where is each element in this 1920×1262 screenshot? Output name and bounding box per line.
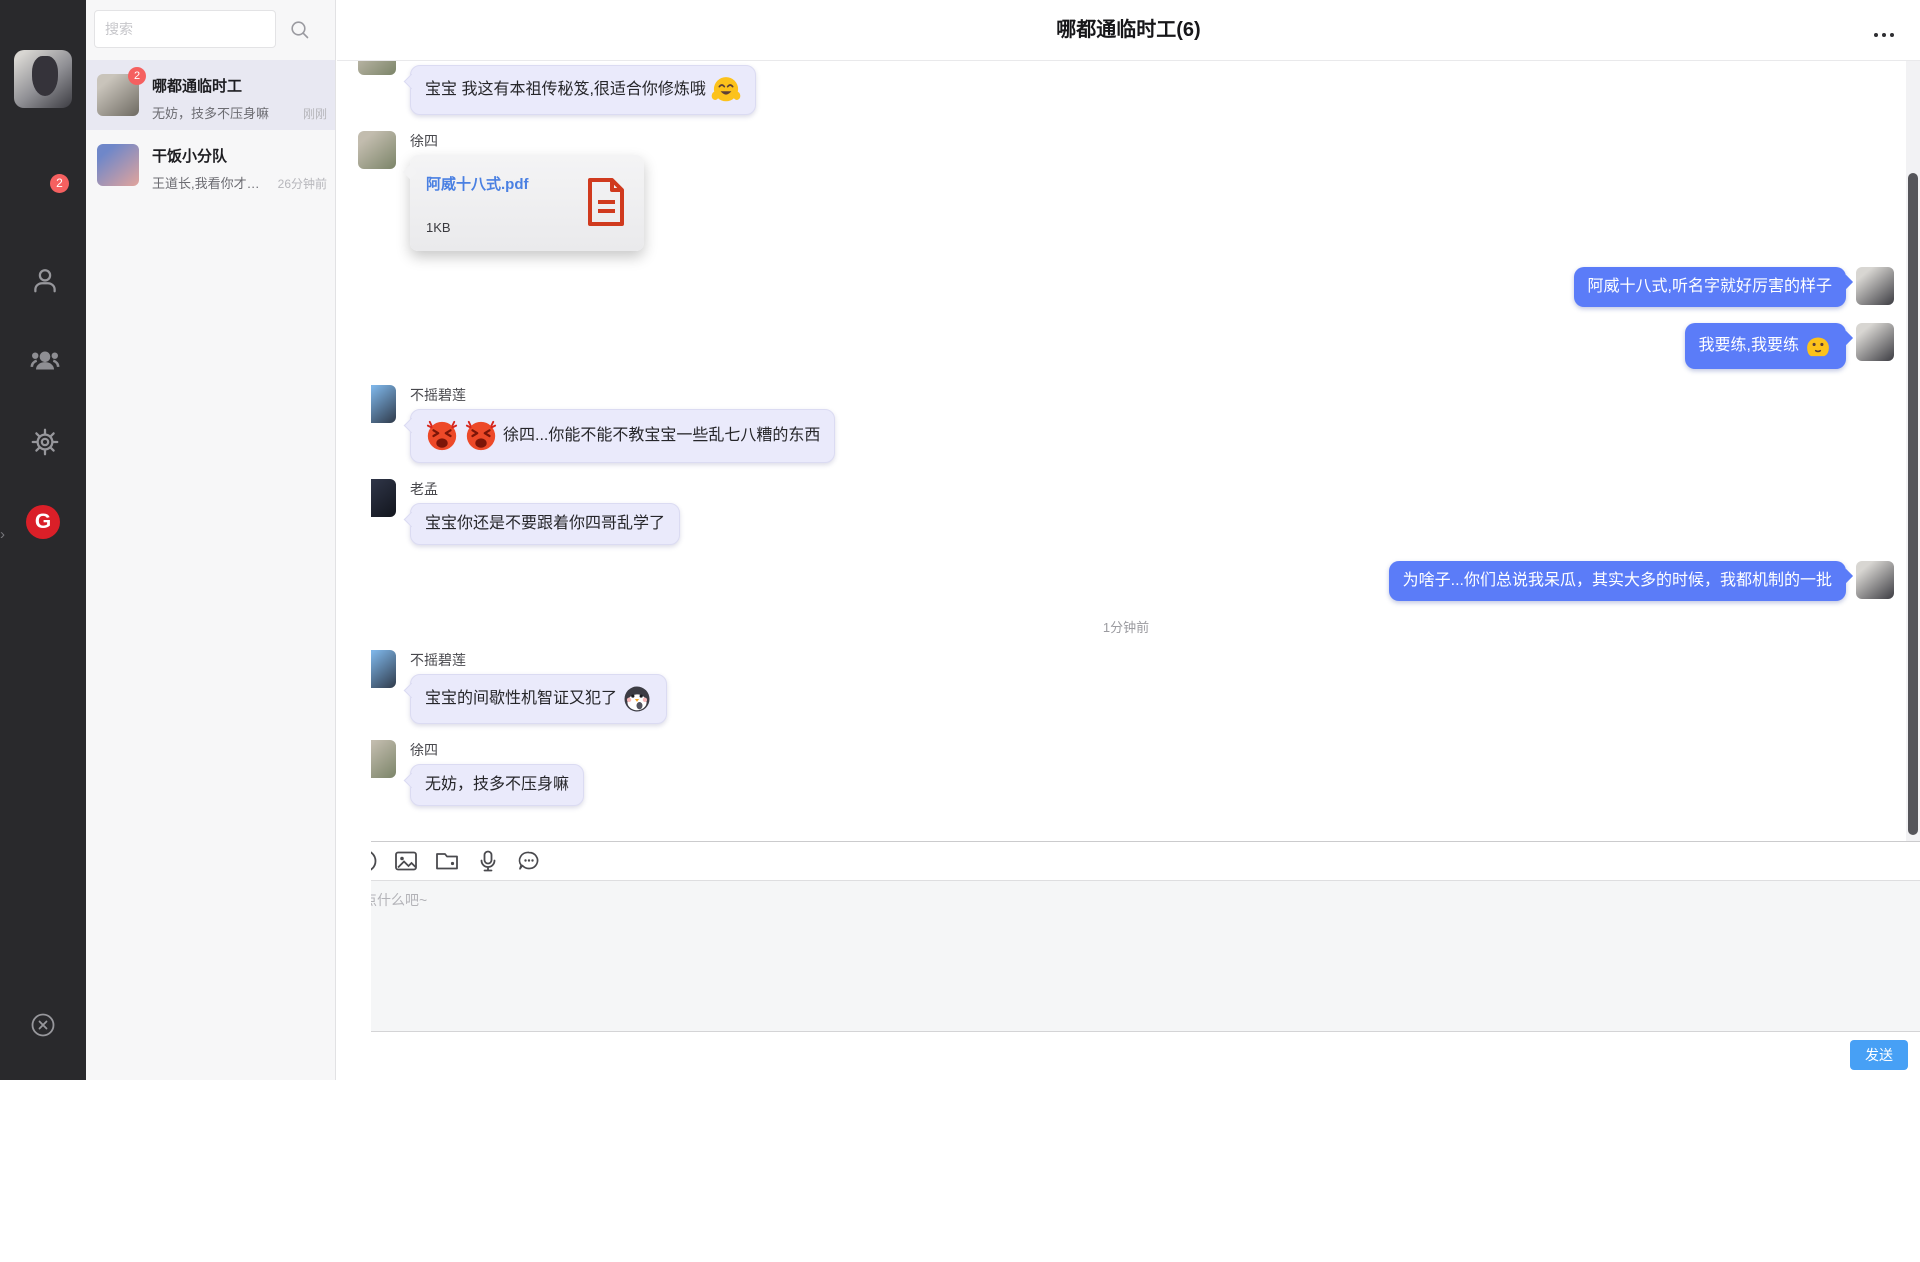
folder-icon[interactable] — [434, 848, 460, 874]
search-input[interactable] — [95, 11, 275, 47]
avatar[interactable] — [1856, 267, 1894, 305]
chat-title: 哪都通临时工(6) — [337, 0, 1920, 61]
chat-item-name: 哪都通临时工 — [152, 75, 327, 96]
message-col: 不摇碧莲 徐四...你能不能不教宝宝一些乱七八糟的东西 — [410, 385, 835, 463]
contacts-nav-icon[interactable] — [28, 264, 62, 298]
more-menu-icon[interactable] — [1874, 33, 1894, 37]
file-name: 阿威十八式.pdf — [426, 173, 576, 194]
message-row: 宝宝 我这有本祖传秘笈,很适合你修炼哦 — [358, 65, 1894, 115]
message-bubble[interactable]: 我要练,我要练 — [1685, 323, 1846, 369]
message-row: 徐四 阿威十八式.pdf 1KB — [358, 131, 1894, 251]
author-name: 老孟 — [410, 479, 680, 497]
message-text: 宝宝的间歇性机智证又犯了 — [425, 688, 617, 710]
avatar[interactable] — [1856, 323, 1894, 361]
avatar[interactable] — [1856, 561, 1894, 599]
chat-list-item[interactable]: 干饭小分队 王道长,我看你才… 26分钟前 — [86, 130, 335, 200]
chat-item-time: 26分钟前 — [278, 175, 327, 192]
search-icon[interactable] — [289, 19, 311, 41]
chat-item-avatar[interactable] — [97, 144, 139, 186]
file-info: 阿威十八式.pdf 1KB — [426, 173, 576, 235]
send-row: 发送 — [337, 1032, 1920, 1078]
rage-face-emoji — [464, 419, 498, 453]
author-name: 徐四 — [410, 131, 644, 149]
chats-nav-icon[interactable] — [337, 182, 371, 1262]
message-text: 为啥子...你们总说我呆瓜，其实大多的时候，我都机制的一批 — [1403, 570, 1832, 592]
message-list: 宝宝 我这有本祖传秘笈,很适合你修炼哦 徐四 阿威十八式.pdf 1KB 阿威十… — [337, 61, 1906, 841]
message-col: 不摇碧莲 宝宝的间歇性机智证又犯了 — [410, 650, 667, 724]
composer: 发送 — [337, 841, 1920, 1080]
image-icon[interactable] — [393, 848, 419, 874]
chat-area: 哪都通临时工(6) 宝宝 我这有本祖传秘笈,很适合你修炼哦 徐四 阿威十八式.p… — [337, 0, 1920, 1080]
penguin-emoji — [622, 684, 652, 714]
composer-toolbar — [337, 842, 1920, 880]
avatar[interactable] — [358, 61, 396, 75]
pdf-file-icon — [586, 178, 626, 231]
voice-icon[interactable] — [475, 848, 501, 874]
chat-item-name: 干饭小分队 — [152, 145, 327, 166]
author-name: 不摇碧莲 — [410, 650, 667, 668]
conversation-list-panel: 2 哪都通临时工 无妨，技多不压身嘛 刚刚 干饭小分队 王道长,我看你才… 26… — [86, 0, 336, 1080]
message-text: 宝宝 我这有本祖传秘笈,很适合你修炼哦 — [425, 79, 706, 101]
author-name: 不摇碧莲 — [410, 385, 835, 403]
message-row: 徐四 无妨，技多不压身嘛 — [358, 740, 1894, 806]
settings-gear-icon[interactable] — [28, 425, 62, 459]
message-col: 老孟 宝宝你还是不要跟着你四哥乱学了 — [410, 479, 680, 545]
message-bubble[interactable]: 为啥子...你们总说我呆瓜，其实大多的时候，我都机制的一批 — [1389, 561, 1846, 601]
message-col: 宝宝 我这有本祖传秘笈,很适合你修炼哦 — [410, 65, 756, 115]
message-bubble[interactable]: 阿威十八式,听名字就好厉害的样子 — [1574, 267, 1846, 307]
unread-total-badge: 2 — [50, 174, 69, 193]
message-col: 徐四 无妨，技多不压身嘛 — [410, 740, 584, 806]
message-row: 我要练,我要练 — [358, 323, 1894, 369]
message-row: 阿威十八式,听名字就好厉害的样子 — [358, 267, 1894, 307]
message-row: 不摇碧莲 宝宝的间歇性机智证又犯了 — [358, 650, 1894, 724]
app-rail: 2 G › — [0, 0, 86, 1080]
chat-header: 哪都通临时工(6) — [337, 0, 1920, 61]
chat-history-icon[interactable] — [516, 848, 542, 874]
message-text: 阿威十八式,听名字就好厉害的样子 — [1588, 276, 1832, 298]
message-bubble[interactable]: 宝宝你还是不要跟着你四哥乱学了 — [410, 503, 680, 545]
search-box — [94, 10, 276, 48]
close-circle-icon[interactable] — [29, 1011, 57, 1039]
chat-item-avatar-wrap: 2 — [97, 74, 139, 116]
chat-item-time: 刚刚 — [303, 105, 327, 122]
melting-face-emoji — [1804, 332, 1832, 360]
message-bubble[interactable]: 无妨，技多不压身嘛 — [410, 764, 584, 806]
message-input[interactable] — [337, 881, 1920, 1031]
chat-list: 2 哪都通临时工 无妨，技多不压身嘛 刚刚 干饭小分队 王道长,我看你才… 26… — [86, 60, 335, 200]
hugging-face-emoji — [711, 75, 741, 105]
rage-face-emoji — [425, 419, 459, 453]
chat-item-avatar-wrap — [97, 144, 139, 186]
message-row: 为啥子...你们总说我呆瓜，其实大多的时候，我都机制的一批 — [358, 561, 1894, 601]
chat-item-main: 干饭小分队 王道长,我看你才… 26分钟前 — [152, 144, 327, 200]
chat-list-item[interactable]: 2 哪都通临时工 无妨，技多不压身嘛 刚刚 — [86, 60, 335, 130]
composer-input-area — [337, 880, 1920, 1032]
message-bubble[interactable]: 徐四...你能不能不教宝宝一些乱七八糟的东西 — [410, 409, 835, 463]
panel-toggle-chevron-icon[interactable]: › — [0, 526, 5, 544]
message-col: 徐四 阿威十八式.pdf 1KB — [410, 131, 644, 251]
unread-badge: 2 — [128, 67, 146, 85]
message-row: 老孟 宝宝你还是不要跟着你四哥乱学了 — [358, 479, 1894, 545]
user-avatar[interactable] — [14, 50, 72, 108]
scrollbar-thumb[interactable] — [1908, 173, 1918, 835]
message-text: 宝宝你还是不要跟着你四哥乱学了 — [425, 513, 665, 535]
app-logo[interactable]: G — [26, 505, 60, 539]
author-name: 徐四 — [410, 740, 584, 758]
avatar[interactable] — [358, 131, 396, 169]
chat-item-preview: 无妨，技多不压身嘛 — [152, 103, 299, 122]
chat-item-preview: 王道长,我看你才… — [152, 173, 274, 192]
message-text: 徐四...你能不能不教宝宝一些乱七八糟的东西 — [503, 425, 820, 447]
message-text: 我要练,我要练 — [1699, 335, 1799, 357]
message-bubble[interactable]: 宝宝 我这有本祖传秘笈,很适合你修炼哦 — [410, 65, 756, 115]
send-button[interactable]: 发送 — [1850, 1040, 1908, 1070]
file-card[interactable]: 阿威十八式.pdf 1KB — [410, 155, 644, 251]
groups-nav-icon[interactable] — [28, 344, 62, 378]
file-size: 1KB — [426, 220, 576, 235]
chat-item-main: 哪都通临时工 无妨，技多不压身嘛 刚刚 — [152, 74, 327, 130]
time-divider: 1分钟前 — [358, 617, 1894, 636]
message-bubble[interactable]: 宝宝的间歇性机智证又犯了 — [410, 674, 667, 724]
message-row: 不摇碧莲 徐四...你能不能不教宝宝一些乱七八糟的东西 — [358, 385, 1894, 463]
message-text: 无妨，技多不压身嘛 — [425, 774, 569, 796]
scrollbar-track[interactable] — [1906, 61, 1920, 841]
